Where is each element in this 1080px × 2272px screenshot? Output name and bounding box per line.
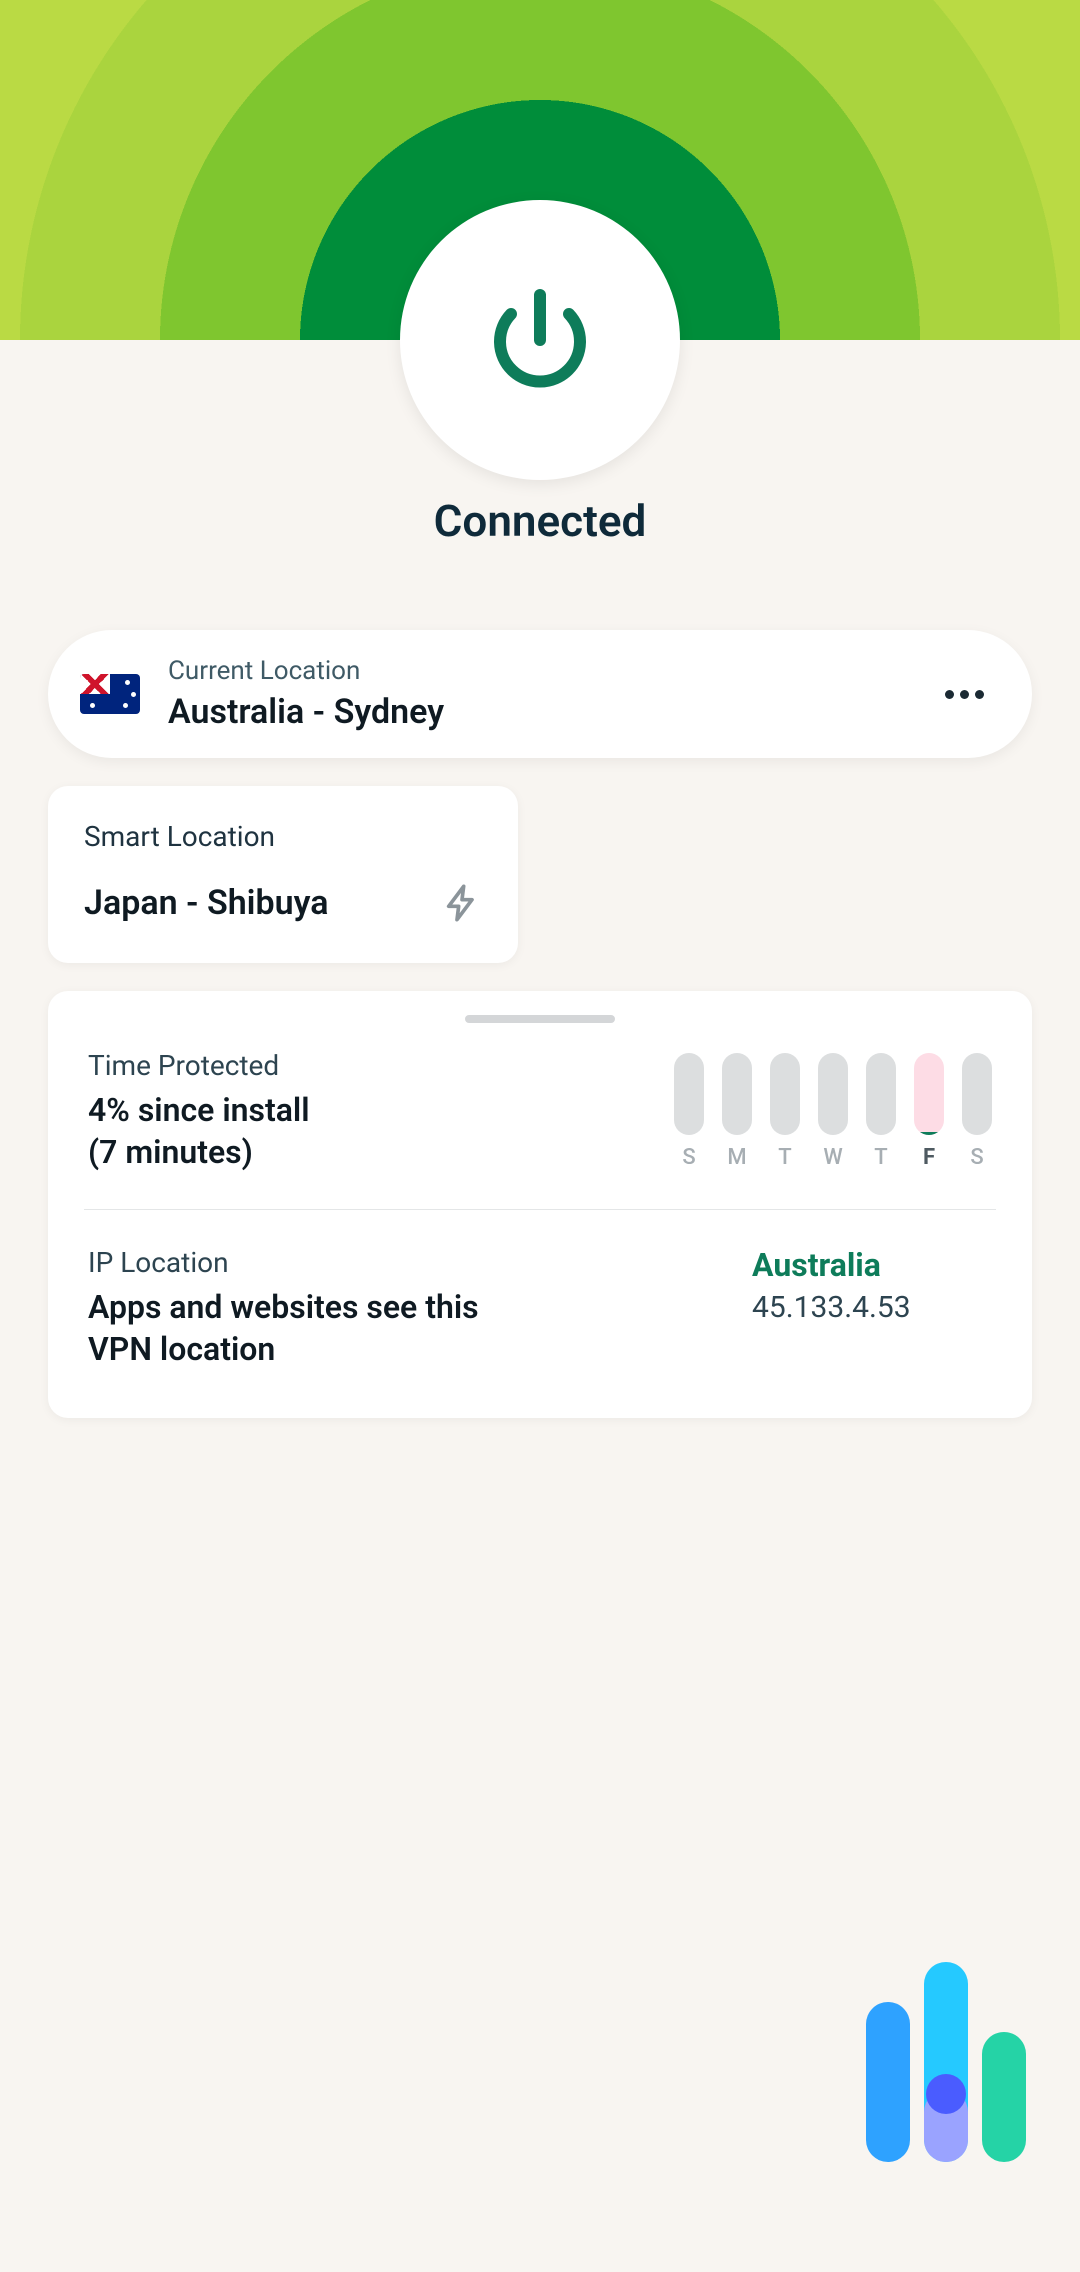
ip-address: 45.133.4.53: [752, 1290, 992, 1325]
day-bar: W: [818, 1053, 848, 1170]
day-bar: S: [674, 1053, 704, 1170]
overlay-bar-middle: [924, 1962, 968, 2162]
current-location-card[interactable]: Current Location Australia - Sydney: [48, 630, 1032, 758]
day-bar: F: [914, 1053, 944, 1170]
current-location-value: Australia - Sydney: [168, 692, 945, 732]
time-protected-title: Time Protected: [88, 1049, 310, 1082]
day-label: W: [823, 1145, 842, 1170]
power-icon: [480, 280, 600, 400]
time-protected-line2: (7 minutes): [88, 1132, 310, 1174]
drag-handle[interactable]: [465, 1015, 615, 1023]
day-bar: S: [962, 1053, 992, 1170]
time-protected-section: Time Protected 4% since install (7 minut…: [88, 1049, 992, 1173]
smart-location-value: Japan - Shibuya: [84, 883, 329, 923]
day-label: F: [923, 1145, 935, 1170]
smart-location-label: Smart Location: [84, 820, 482, 853]
day-label: S: [682, 1145, 695, 1170]
stats-card[interactable]: Time Protected 4% since install (7 minut…: [48, 991, 1032, 1418]
flag-icon: [80, 674, 140, 714]
day-bar: M: [722, 1053, 752, 1170]
overlay-bar-teal: [982, 2032, 1026, 2162]
divider: [84, 1209, 996, 1210]
day-label: M: [727, 1145, 746, 1170]
day-bar: T: [770, 1053, 800, 1170]
ip-location-title: IP Location: [88, 1246, 528, 1279]
power-toggle-button[interactable]: [400, 200, 680, 480]
overlay-bar-blue: [866, 2002, 910, 2162]
bolt-icon: [442, 883, 482, 923]
smart-location-card[interactable]: Smart Location Japan - Shibuya: [48, 786, 518, 963]
current-location-label: Current Location: [168, 656, 945, 686]
ip-location-section: IP Location Apps and websites see this V…: [88, 1246, 992, 1370]
floating-overlay-widget[interactable]: [866, 1962, 1026, 2162]
time-protected-line1: 4% since install: [88, 1090, 310, 1132]
week-bar-chart: SMTWTFS: [674, 1049, 992, 1170]
more-options-icon[interactable]: [945, 690, 984, 699]
ip-location-desc: Apps and websites see this VPN location: [88, 1287, 528, 1370]
day-bar: T: [866, 1053, 896, 1170]
day-label: T: [874, 1145, 887, 1170]
day-label: T: [778, 1145, 791, 1170]
day-label: S: [970, 1145, 983, 1170]
connection-status: Connected: [0, 495, 1080, 547]
ip-country: Australia: [752, 1246, 992, 1284]
